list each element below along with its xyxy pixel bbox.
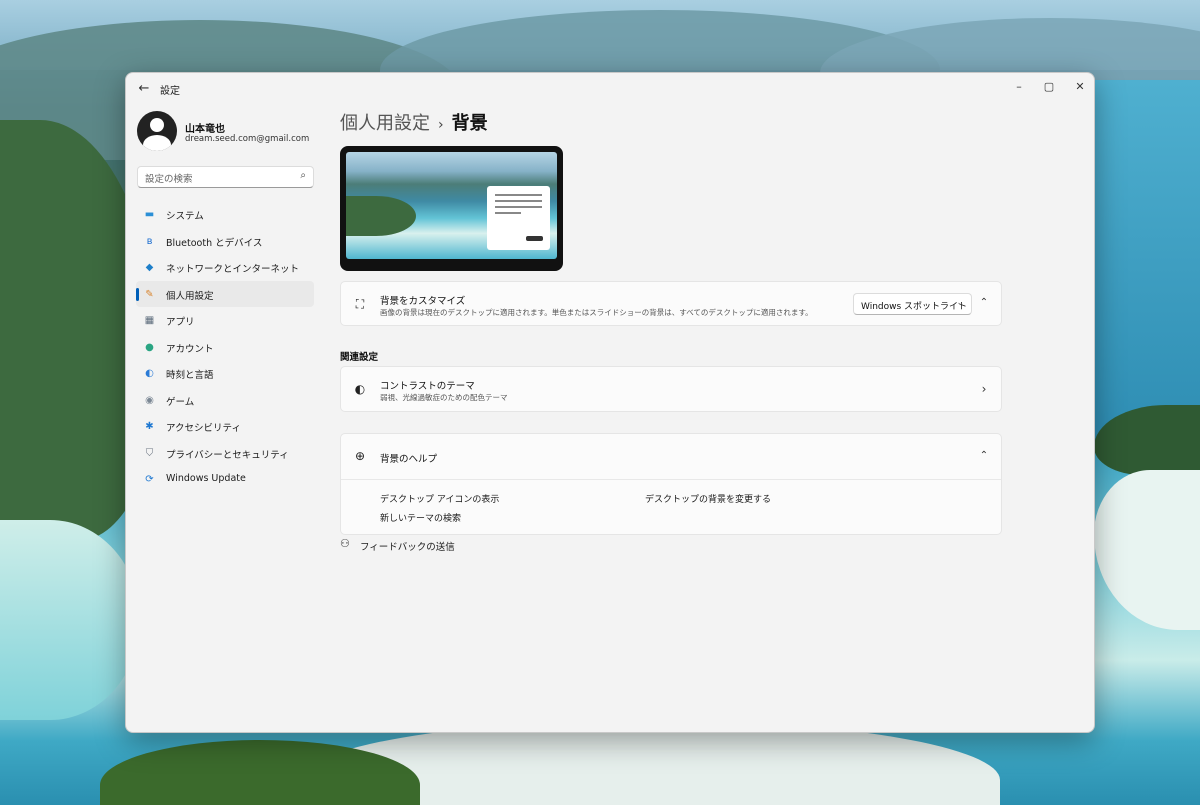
sidebar-item-label: Windows Update bbox=[166, 473, 246, 484]
contrast-card-title: コントラストのテーマ bbox=[380, 381, 475, 392]
sidebar-item-icon: ⟳ bbox=[145, 474, 154, 485]
background-card-title: 背景をカスタマイズ bbox=[380, 296, 466, 307]
sidebar-item-label: ネットワークとインターネット bbox=[166, 264, 300, 275]
search-input[interactable]: 設定の検索 ⌕ bbox=[137, 166, 314, 188]
main-content: 個人用設定 › 背景 ⛶ 背景をカスタマイズ 画像の背景は現在のデスクトップに適用さ… bbox=[340, 103, 1090, 732]
settings-window: ← 設定 – ▢ ✕ 山本竜也 dream.seed.com@gmail.com… bbox=[125, 72, 1095, 733]
sidebar-item-icon: ◉ bbox=[145, 394, 154, 406]
sidebar-item-icon: ⛉ bbox=[145, 447, 154, 459]
contrast-icon: ◐ bbox=[354, 382, 366, 396]
sidebar-item-label: アプリ bbox=[166, 317, 195, 328]
maximize-button[interactable]: ▢ bbox=[1034, 76, 1064, 98]
close-button[interactable]: ✕ bbox=[1065, 76, 1094, 98]
feedback-icon: ⚇ bbox=[340, 537, 350, 550]
sidebar-item-label: プライバシーとセキュリティ bbox=[166, 449, 289, 461]
sidebar-item-10[interactable]: ⟳ Windows Update bbox=[136, 466, 314, 493]
background-customize-card[interactable]: ⛶ 背景をカスタマイズ 画像の背景は現在のデスクトップに適用されます。単色または… bbox=[340, 281, 1002, 326]
help-card-title: 背景のヘルプ bbox=[380, 454, 438, 465]
background-preview bbox=[340, 146, 563, 271]
background-card-subtitle: 画像の背景は現在のデスクトップに適用されます。単色またはスライドショーの背景は、… bbox=[380, 308, 813, 317]
active-indicator bbox=[136, 287, 139, 301]
sidebar-item-icon: ʙ bbox=[146, 235, 153, 247]
related-settings-heading: 関連設定 bbox=[340, 352, 379, 363]
sidebar-item-0[interactable]: ▬ システム bbox=[136, 201, 314, 228]
feedback-label: フィードバックの送信 bbox=[360, 542, 455, 553]
title-bar: ← 設定 – ▢ ✕ bbox=[126, 73, 1094, 103]
help-link-desktop-icons[interactable]: デスクトップ アイコンの表示 bbox=[380, 492, 499, 505]
globe-icon: ⊕ bbox=[354, 449, 366, 463]
help-link-find-themes[interactable]: 新しいテーマの検索 bbox=[380, 511, 461, 524]
sidebar-item-label: システム bbox=[166, 211, 204, 222]
chevron-down-icon: ⌄ bbox=[956, 298, 964, 308]
user-email: dream.seed.com@gmail.com bbox=[185, 134, 310, 144]
search-placeholder: 設定の検索 bbox=[145, 174, 193, 185]
sidebar-item-icon: ✎ bbox=[145, 288, 154, 300]
sidebar-item-icon: ▦ bbox=[144, 315, 155, 326]
help-link-change-background[interactable]: デスクトップの背景を変更する bbox=[645, 492, 771, 505]
sidebar-item-icon: ✱ bbox=[145, 421, 154, 432]
breadcrumb-separator: › bbox=[438, 117, 444, 133]
contrast-card-subtitle: 弱視、光線過敏症のための配色テーマ bbox=[380, 393, 508, 402]
back-arrow-icon[interactable]: ← bbox=[134, 79, 154, 99]
background-type-value: Windows スポットライト bbox=[861, 302, 968, 312]
sidebar-item-label: アクセシビリティ bbox=[166, 423, 241, 434]
preview-window bbox=[487, 186, 550, 250]
sidebar-item-icon: ◐ bbox=[145, 368, 154, 379]
sidebar-item-icon: ◆ bbox=[145, 262, 154, 273]
page-title: 背景 bbox=[451, 113, 488, 134]
sidebar-item-7[interactable]: ◉ ゲーム bbox=[136, 387, 314, 414]
sidebar-item-label: ゲーム bbox=[166, 396, 195, 408]
avatar[interactable] bbox=[137, 111, 177, 151]
sidebar-item-5[interactable]: ● アカウント bbox=[136, 334, 314, 361]
breadcrumb-parent[interactable]: 個人用設定 bbox=[340, 113, 430, 134]
sidebar-item-4[interactable]: ▦ アプリ bbox=[136, 307, 314, 334]
sidebar-nav: ▬ システム ʙ Bluetooth とデバイス ◆ ネットワークとインターネット ✎ 個人用… bbox=[136, 201, 314, 493]
sidebar: 山本竜也 dream.seed.com@gmail.com 設定の検索 ⌕ ▬ シ… bbox=[126, 103, 326, 732]
image-icon: ⛶ bbox=[355, 297, 365, 311]
divider bbox=[341, 479, 1001, 480]
sidebar-item-label: 個人用設定 bbox=[166, 290, 214, 302]
sidebar-item-6[interactable]: ◐ 時刻と言語 bbox=[136, 360, 314, 387]
sidebar-item-1[interactable]: ʙ Bluetooth とデバイス bbox=[136, 228, 314, 255]
background-help-card: ⊕ 背景のヘルプ ⌃ デスクトップ アイコンの表示 デスクトップの背景を変更する… bbox=[340, 433, 1002, 535]
contrast-themes-card[interactable]: ◐ コントラストのテーマ 弱視、光線過敏症のための配色テーマ › bbox=[340, 366, 1002, 412]
breadcrumb: 個人用設定 › 背景 bbox=[340, 109, 488, 135]
user-name: 山本竜也 bbox=[185, 124, 225, 135]
sidebar-item-icon: ▬ bbox=[144, 209, 155, 220]
sidebar-item-2[interactable]: ◆ ネットワークとインターネット bbox=[136, 254, 314, 281]
sidebar-item-3[interactable]: ✎ 個人用設定 bbox=[136, 280, 314, 307]
sidebar-item-9[interactable]: ⛉ プライバシーとセキュリティ bbox=[136, 440, 314, 467]
minimize-button[interactable]: – bbox=[1004, 76, 1034, 98]
sidebar-item-label: Bluetooth とデバイス bbox=[166, 237, 263, 249]
search-icon: ⌕ bbox=[300, 170, 306, 181]
chevron-up-icon[interactable]: ⌃ bbox=[977, 297, 991, 308]
sidebar-item-8[interactable]: ✱ アクセシビリティ bbox=[136, 413, 314, 440]
background-type-select[interactable]: Windows スポットライト ⌄ bbox=[853, 293, 972, 315]
sidebar-item-icon: ● bbox=[145, 341, 154, 353]
chevron-up-icon[interactable]: ⌃ bbox=[977, 450, 991, 461]
chevron-right-icon: › bbox=[981, 382, 987, 396]
sidebar-item-label: アカウント bbox=[166, 343, 214, 355]
app-title: 設定 bbox=[160, 86, 180, 97]
sidebar-item-label: 時刻と言語 bbox=[166, 370, 214, 381]
